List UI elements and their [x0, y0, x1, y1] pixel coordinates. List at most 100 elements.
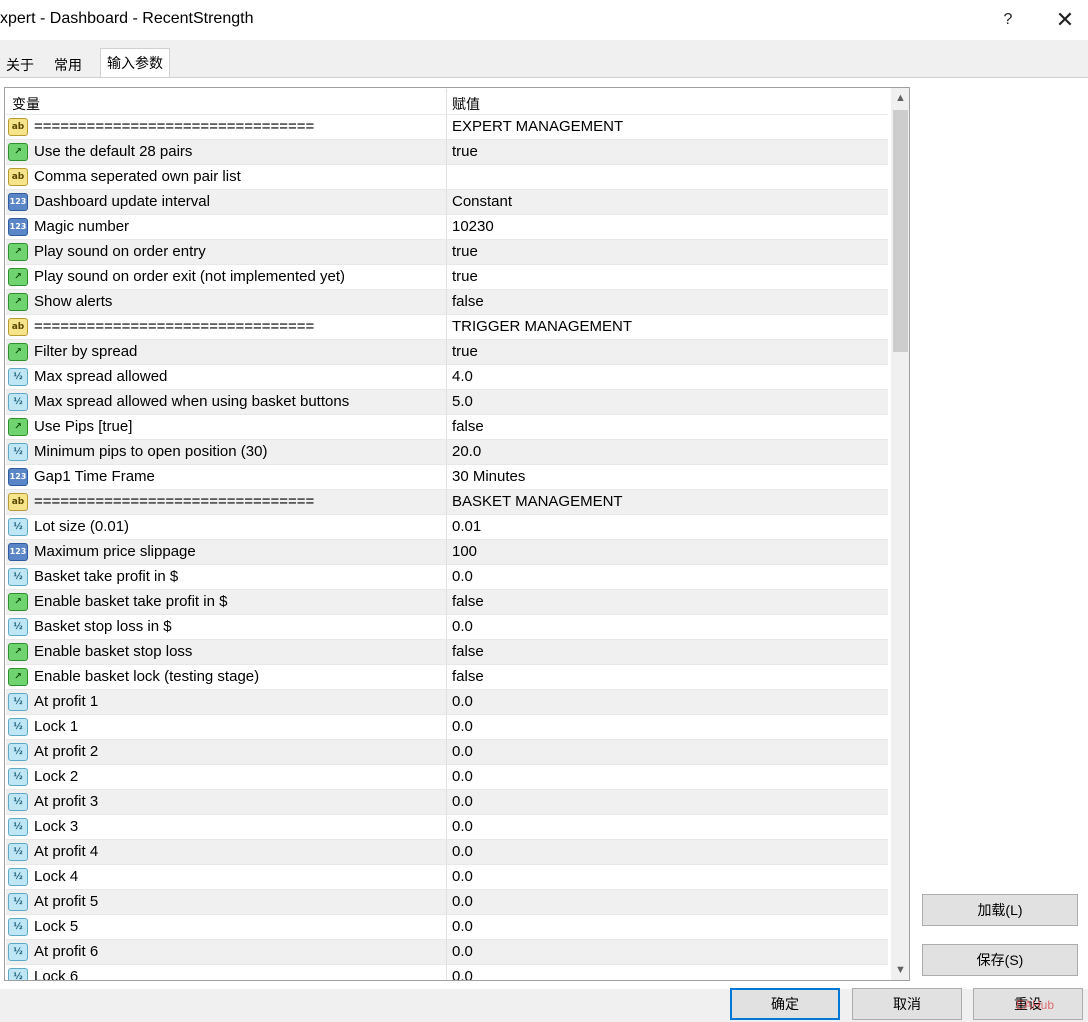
table-row[interactable]: ½ Max spread allowed 4.0 [6, 364, 888, 389]
parameter-value[interactable]: true [452, 268, 478, 285]
parameter-name: Lock 2 [34, 768, 79, 785]
table-row[interactable]: 123 Dashboard update interval Constant [6, 189, 888, 214]
scroll-down-icon[interactable]: ▼ [891, 960, 909, 980]
scrollbar-thumb[interactable] [893, 110, 908, 352]
column-divider [446, 665, 447, 689]
table-row[interactable]: ↗ Use Pips [true] false [6, 414, 888, 439]
table-row[interactable]: ½ Lock 2 0.0 [6, 764, 888, 789]
parameter-value[interactable]: TRIGGER MANAGEMENT [452, 318, 632, 335]
parameter-value[interactable]: 0.01 [452, 518, 481, 535]
parameter-value[interactable]: 0.0 [452, 768, 473, 785]
table-row[interactable]: ½ Basket stop loss in $ 0.0 [6, 614, 888, 639]
parameter-value[interactable]: false [452, 668, 484, 685]
tab-about[interactable]: 关于 [0, 52, 40, 78]
parameter-value[interactable]: 0.0 [452, 793, 473, 810]
bool-type-icon: ↗ [8, 143, 28, 161]
table-row[interactable]: ab Comma seperated own pair list [6, 164, 888, 189]
parameter-value[interactable]: 0.0 [452, 693, 473, 710]
parameter-value[interactable]: 0.0 [452, 893, 473, 910]
parameter-name: ================================ [34, 118, 315, 135]
table-row[interactable]: ↗ Filter by spread true [6, 339, 888, 364]
parameter-value[interactable]: 4.0 [452, 368, 473, 385]
table-row[interactable]: 123 Maximum price slippage 100 [6, 539, 888, 564]
table-row[interactable]: ½ Lock 1 0.0 [6, 714, 888, 739]
cancel-button[interactable]: 取消 [852, 988, 962, 1020]
table-row[interactable]: ½ Max spread allowed when using basket bu… [6, 389, 888, 414]
table-row[interactable]: ½ Lock 4 0.0 [6, 864, 888, 889]
parameter-value[interactable]: 0.0 [452, 843, 473, 860]
parameter-value[interactable]: 0.0 [452, 743, 473, 760]
table-row[interactable]: ↗ Enable basket lock (testing stage) false [6, 664, 888, 689]
tab-common[interactable]: 常用 [48, 52, 88, 78]
column-divider [446, 890, 447, 914]
scroll-up-icon[interactable]: ▲ [891, 88, 909, 108]
parameter-value[interactable]: true [452, 243, 478, 260]
parameter-value[interactable]: 0.0 [452, 818, 473, 835]
parameter-value[interactable]: EXPERT MANAGEMENT [452, 118, 623, 135]
load-button[interactable]: 加载(L) [922, 894, 1078, 926]
table-row[interactable]: ½ At profit 5 0.0 [6, 889, 888, 914]
parameter-name: Use the default 28 pairs [34, 143, 193, 160]
column-divider[interactable] [446, 89, 447, 114]
parameter-value[interactable]: BASKET MANAGEMENT [452, 493, 623, 510]
parameter-value[interactable]: 5.0 [452, 393, 473, 410]
table-row[interactable]: ½ At profit 3 0.0 [6, 789, 888, 814]
parameter-value[interactable]: 0.0 [452, 718, 473, 735]
table-row[interactable]: 123 Magic number 10230 [6, 214, 888, 239]
parameter-value[interactable]: 0.0 [452, 968, 473, 980]
table-row[interactable]: 123 Gap1 Time Frame 30 Minutes [6, 464, 888, 489]
table-row[interactable]: ↗ Enable basket stop loss false [6, 639, 888, 664]
tab-inputs[interactable]: 输入参数 [100, 48, 170, 78]
parameters-table: 变量 赋值 ab ================================… [6, 89, 888, 981]
column-divider [446, 190, 447, 214]
header-variable[interactable]: 变量 [12, 94, 40, 114]
table-row[interactable]: ½ Lot size (0.01) 0.01 [6, 514, 888, 539]
table-row[interactable]: ab ================================ BASKET… [6, 489, 888, 514]
table-row[interactable]: ↗ Play sound on order entry true [6, 239, 888, 264]
table-row[interactable]: ½ Minimum pips to open position (30) 20.0 [6, 439, 888, 464]
table-row[interactable]: ab ================================ EXPERT… [6, 114, 888, 139]
parameter-value[interactable]: false [452, 418, 484, 435]
table-row[interactable]: ↗ Use the default 28 pairs true [6, 139, 888, 164]
parameter-name: Comma seperated own pair list [34, 168, 241, 185]
header-value[interactable]: 赋值 [452, 94, 480, 114]
column-divider [446, 465, 447, 489]
table-row[interactable]: ↗ Play sound on order exit (not implement… [6, 264, 888, 289]
bool-type-icon: ↗ [8, 243, 28, 261]
title-bar: xpert - Dashboard - RecentStrength ? ✕ [0, 0, 1088, 40]
table-row[interactable]: ½ At profit 2 0.0 [6, 739, 888, 764]
parameter-value[interactable]: 0.0 [452, 943, 473, 960]
parameter-value[interactable]: false [452, 643, 484, 660]
double-type-icon: ½ [8, 943, 28, 961]
double-type-icon: ½ [8, 968, 28, 980]
table-row[interactable]: ½ Basket take profit in $ 0.0 [6, 564, 888, 589]
table-row[interactable]: ½ At profit 4 0.0 [6, 839, 888, 864]
parameter-value[interactable]: 10230 [452, 218, 494, 235]
parameter-value[interactable]: false [452, 593, 484, 610]
ok-button[interactable]: 确定 [730, 988, 840, 1020]
parameter-value[interactable]: 0.0 [452, 918, 473, 935]
parameter-value[interactable]: 30 Minutes [452, 468, 525, 485]
save-button[interactable]: 保存(S) [922, 944, 1078, 976]
parameter-value[interactable]: true [452, 143, 478, 160]
vertical-scrollbar[interactable]: ▲ ▼ [891, 88, 909, 980]
parameter-value[interactable]: false [452, 293, 484, 310]
table-row[interactable]: ab ================================ TRIGGE… [6, 314, 888, 339]
parameter-value[interactable]: Constant [452, 193, 512, 210]
parameter-value[interactable]: 0.0 [452, 618, 473, 635]
close-icon[interactable]: ✕ [1045, 4, 1085, 36]
parameter-name: Lock 6 [34, 968, 79, 981]
table-row[interactable]: ½ Lock 5 0.0 [6, 914, 888, 939]
table-row[interactable]: ½ Lock 6 0.0 [6, 964, 888, 981]
parameter-value[interactable]: 20.0 [452, 443, 481, 460]
help-icon[interactable]: ? [988, 4, 1028, 36]
parameter-value[interactable]: true [452, 343, 478, 360]
parameter-value[interactable]: 0.0 [452, 568, 473, 585]
table-row[interactable]: ↗ Enable basket take profit in $ false [6, 589, 888, 614]
parameter-value[interactable]: 100 [452, 543, 477, 560]
parameter-value[interactable]: 0.0 [452, 868, 473, 885]
table-row[interactable]: ½ Lock 3 0.0 [6, 814, 888, 839]
table-row[interactable]: ½ At profit 6 0.0 [6, 939, 888, 964]
table-row[interactable]: ↗ Show alerts false [6, 289, 888, 314]
table-row[interactable]: ½ At profit 1 0.0 [6, 689, 888, 714]
